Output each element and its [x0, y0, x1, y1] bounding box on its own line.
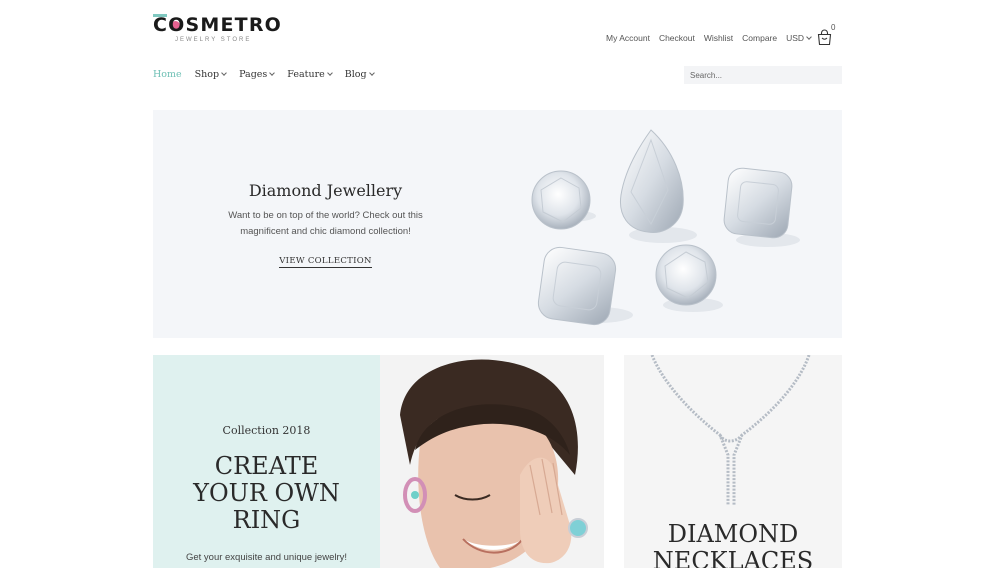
nav-item-blog[interactable]: Blog: [344, 69, 375, 80]
model-image: [380, 355, 604, 568]
nav-item-shop[interactable]: Shop: [194, 69, 227, 80]
nav-item-pages[interactable]: Pages: [239, 69, 276, 80]
logo-text: COSMETRO: [153, 14, 283, 36]
diamond-necklaces-banner[interactable]: DIAMOND NECKLACES: [624, 355, 842, 568]
promo-kicker: Collection 2018: [222, 424, 311, 437]
chevron-down-icon: [806, 34, 812, 40]
promo-title-line: CREATE: [214, 452, 319, 480]
nav-label: Pages: [239, 69, 268, 80]
chevron-down-icon: [221, 70, 227, 76]
main-nav: Home Shop Pages Feature Blog: [153, 69, 387, 80]
currency-label: USD: [786, 33, 805, 43]
nav-item-feature[interactable]: Feature: [287, 69, 333, 80]
promo-text-panel: Collection 2018 CREATE YOUR OWN RING Get…: [153, 355, 380, 568]
hero-text-line: magnificent and chic diamond collection!: [240, 226, 411, 237]
necklaces-title-line: NECKLACES: [652, 547, 814, 568]
promo-title-line: RING: [232, 506, 301, 534]
search-input[interactable]: Search...: [684, 66, 842, 84]
nav-label: Shop: [194, 69, 220, 80]
necklaces-title-line: DIAMOND: [667, 520, 799, 548]
currency-selector[interactable]: USD: [786, 33, 812, 43]
nav-item-home[interactable]: Home: [153, 69, 182, 80]
promo-title: CREATE YOUR OWN RING: [153, 453, 380, 534]
create-ring-banner[interactable]: Collection 2018 CREATE YOUR OWN RING Get…: [153, 355, 604, 568]
promo-title-line: YOUR OWN: [193, 479, 340, 507]
woman-portrait-image: [400, 359, 588, 568]
view-collection-label: VIEW COLLECTION: [279, 256, 372, 268]
nav-label: Blog: [344, 69, 367, 80]
nav-label: Home: [153, 69, 182, 80]
chevron-down-icon: [326, 70, 333, 76]
nav-label: Feature: [287, 69, 325, 80]
compare-link[interactable]: Compare: [742, 33, 777, 43]
hero-description: Want to be on top of the world? Check ou…: [153, 208, 498, 240]
logo-tagline: JEWELRY STORE: [175, 37, 252, 43]
brand-logo[interactable]: COSMETRO JEWELRY STORE: [153, 12, 281, 46]
chevron-down-icon: [269, 70, 276, 76]
necklace-image: [650, 355, 811, 505]
cart-count-badge: 0: [831, 23, 836, 32]
diamonds-image: [531, 129, 800, 326]
view-collection-link[interactable]: VIEW COLLECTION: [153, 256, 498, 268]
hero-banner: Diamond Jewellery Want to be on top of t…: [153, 110, 842, 338]
necklaces-title: DIAMOND NECKLACES: [624, 521, 842, 568]
my-account-link[interactable]: My Account: [606, 33, 650, 43]
wishlist-link[interactable]: Wishlist: [704, 33, 733, 43]
promo-subtitle: Get your exquisite and unique jewelry!: [185, 552, 348, 563]
hero-title: Diamond Jewellery: [248, 181, 403, 200]
chevron-down-icon: [368, 70, 375, 76]
checkout-link[interactable]: Checkout: [659, 33, 695, 43]
hero-text-line: Want to be on top of the world? Check ou…: [228, 210, 423, 221]
top-links: My Account Checkout Wishlist Compare USD: [606, 33, 820, 43]
